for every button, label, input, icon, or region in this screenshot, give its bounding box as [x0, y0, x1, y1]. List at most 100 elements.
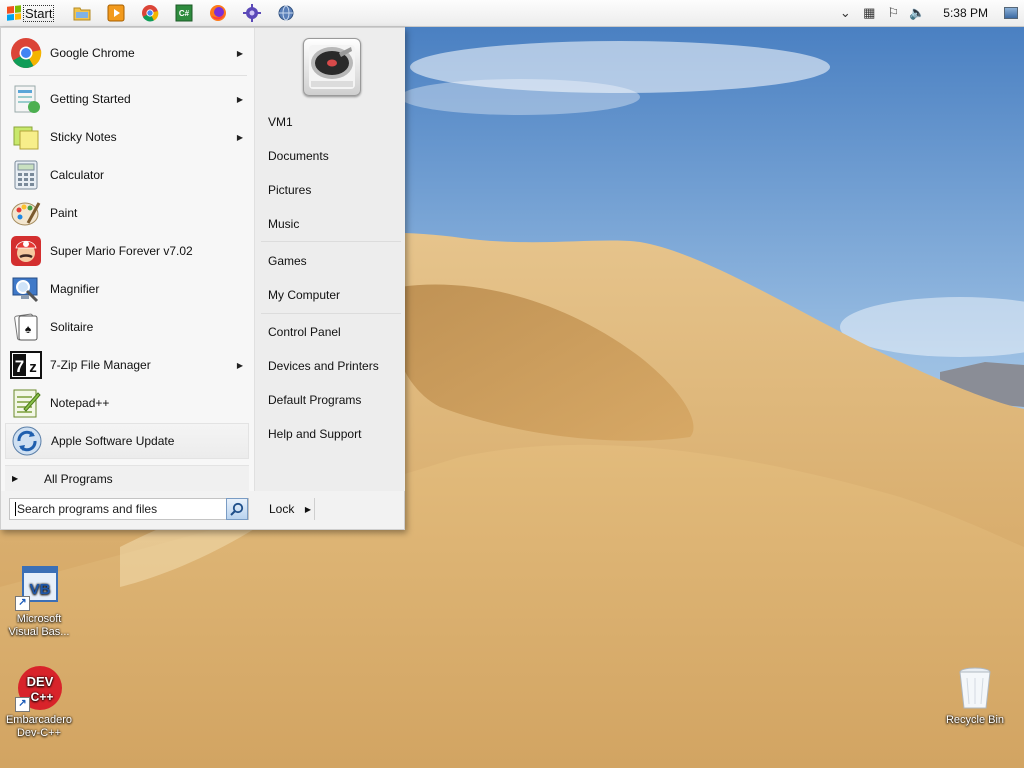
- chrome-icon: [9, 36, 43, 70]
- link-my-computer[interactable]: My Computer: [268, 288, 340, 302]
- start-label: Start: [23, 4, 55, 22]
- start-menu-places: VM1 Documents Pictures Music Games My Co…: [254, 28, 405, 491]
- lock-button[interactable]: Lock ▶: [257, 498, 315, 520]
- svg-text:C++: C++: [31, 690, 54, 704]
- solitaire-icon: ♠: [9, 310, 43, 344]
- show-desktop-icon[interactable]: [1004, 7, 1018, 19]
- search-input[interactable]: Search programs and files: [15, 502, 157, 516]
- submenu-arrow-icon: ▶: [236, 360, 243, 370]
- link-default-programs[interactable]: Default Programs: [268, 393, 361, 407]
- svg-text:C#: C#: [179, 9, 190, 18]
- svg-text:♠: ♠: [25, 322, 32, 336]
- program-super-mario[interactable]: Super Mario Forever v7.02: [5, 233, 249, 269]
- program-label: 7-Zip File Manager: [50, 358, 151, 372]
- quick-launch: C#: [72, 3, 296, 23]
- divider: [261, 241, 401, 242]
- all-programs-label: All Programs: [44, 471, 113, 486]
- chevron-down-icon[interactable]: ⌄: [837, 5, 853, 21]
- visual-basic-icon: VB ↗: [15, 563, 63, 611]
- search-icon: [230, 502, 244, 516]
- search-box[interactable]: Search programs and files: [9, 498, 249, 520]
- dev-cpp-icon: DEV C++ ↗: [15, 664, 63, 712]
- program-label: Sticky Notes: [50, 130, 117, 144]
- desktop-icon-recycle-bin[interactable]: Recycle Bin: [938, 664, 1012, 727]
- program-label: Google Chrome: [50, 46, 135, 60]
- svg-text:DEV: DEV: [27, 674, 54, 689]
- program-label: Notepad++: [50, 396, 110, 410]
- desktop-icon-visual-basic[interactable]: VB ↗ Microsoft Visual Bas...: [2, 563, 76, 639]
- triangle-right-icon[interactable]: ▶: [305, 505, 311, 514]
- program-label: Getting Started: [50, 92, 131, 106]
- svg-text:7: 7: [15, 357, 24, 376]
- program-label: Calculator: [50, 168, 105, 182]
- link-control-panel[interactable]: Control Panel: [268, 325, 341, 339]
- desktop-icon-label: Visual Bas...: [8, 626, 70, 638]
- search-button[interactable]: [226, 498, 248, 520]
- globe-icon[interactable]: [276, 3, 296, 23]
- svg-text:z: z: [29, 359, 37, 376]
- start-button[interactable]: Start: [3, 2, 58, 24]
- program-sticky-notes[interactable]: Sticky Notes ▶: [5, 119, 249, 155]
- desktop-icon-dev-cpp[interactable]: DEV C++ ↗ Embarcadero Dev-C++: [2, 664, 76, 740]
- svg-text:VB: VB: [30, 581, 51, 598]
- chrome-icon[interactable]: [140, 3, 160, 23]
- program-paint[interactable]: Paint: [5, 195, 249, 231]
- apple-software-update-icon: [10, 424, 44, 458]
- divider: [9, 75, 247, 76]
- recycle-bin-icon: [951, 664, 999, 712]
- notepad-plus-plus-icon: [9, 386, 43, 420]
- paint-icon: [9, 196, 43, 230]
- calculator-program-icon[interactable]: C#: [174, 3, 194, 23]
- program-calculator[interactable]: Calculator: [5, 157, 249, 193]
- desktop-icon-label: Dev-C++: [16, 727, 62, 739]
- desktop-icon-label: Recycle Bin: [945, 714, 1005, 726]
- getting-started-icon: [9, 82, 43, 116]
- taskbar: Start C# ⌄ ▦ ⚐ 🔈 5:38 PM: [0, 0, 1024, 27]
- program-magnifier[interactable]: Magnifier: [5, 271, 249, 307]
- link-help-and-support[interactable]: Help and Support: [268, 427, 361, 441]
- shortcut-arrow-icon: ↗: [15, 697, 30, 712]
- user-avatar[interactable]: [303, 38, 361, 96]
- program-label: Paint: [50, 206, 78, 220]
- link-vm1[interactable]: VM1: [268, 115, 293, 129]
- program-apple-software-update[interactable]: Apple Software Update: [5, 423, 249, 459]
- windows-logo-icon: [7, 5, 21, 21]
- speaker-icon[interactable]: 🔈: [909, 5, 925, 21]
- clock[interactable]: 5:38 PM: [933, 6, 996, 20]
- program-label: Solitaire: [50, 320, 94, 334]
- program-label: Magnifier: [50, 282, 100, 296]
- submenu-arrow-icon: ▶: [236, 94, 243, 104]
- all-programs-button[interactable]: ▶ All Programs: [5, 465, 249, 491]
- settings-gear-icon[interactable]: [242, 3, 262, 23]
- 7zip-icon: 7z: [9, 348, 43, 382]
- link-documents[interactable]: Documents: [268, 149, 329, 163]
- divider: [261, 313, 401, 314]
- magnifier-icon: [9, 272, 43, 306]
- explorer-icon[interactable]: [72, 3, 92, 23]
- program-7zip[interactable]: 7z 7-Zip File Manager ▶: [5, 347, 249, 383]
- program-solitaire[interactable]: ♠ Solitaire: [5, 309, 249, 345]
- link-games[interactable]: Games: [268, 254, 307, 268]
- sticky-notes-icon: [9, 120, 43, 154]
- desktop-icon-label: Microsoft: [16, 613, 62, 625]
- start-menu-footer: Search programs and files Lock ▶: [1, 491, 404, 529]
- desktop-icon-label: Embarcadero: [5, 714, 73, 726]
- network-icon[interactable]: ▦: [861, 5, 877, 21]
- program-google-chrome[interactable]: Google Chrome ▶: [5, 35, 249, 71]
- media-player-icon[interactable]: [106, 3, 126, 23]
- link-devices-and-printers[interactable]: Devices and Printers: [268, 359, 379, 373]
- lock-label: Lock: [269, 502, 295, 516]
- program-label: Apple Software Update: [51, 434, 175, 448]
- program-getting-started[interactable]: Getting Started ▶: [5, 81, 249, 117]
- link-pictures[interactable]: Pictures: [268, 183, 311, 197]
- flag-icon[interactable]: ⚐: [885, 5, 901, 21]
- program-notepad-plus-plus[interactable]: Notepad++: [5, 385, 249, 421]
- calculator-icon: [9, 158, 43, 192]
- shortcut-arrow-icon: ↗: [15, 596, 30, 611]
- mario-icon: [9, 234, 43, 268]
- system-tray: ⌄ ▦ ⚐ 🔈 5:38 PM: [837, 5, 1024, 21]
- firefox-icon[interactable]: [208, 3, 228, 23]
- program-label: Super Mario Forever v7.02: [50, 244, 193, 258]
- link-music[interactable]: Music: [268, 217, 299, 231]
- start-menu: Google Chrome ▶ Getting Started ▶ Sticky…: [0, 27, 405, 530]
